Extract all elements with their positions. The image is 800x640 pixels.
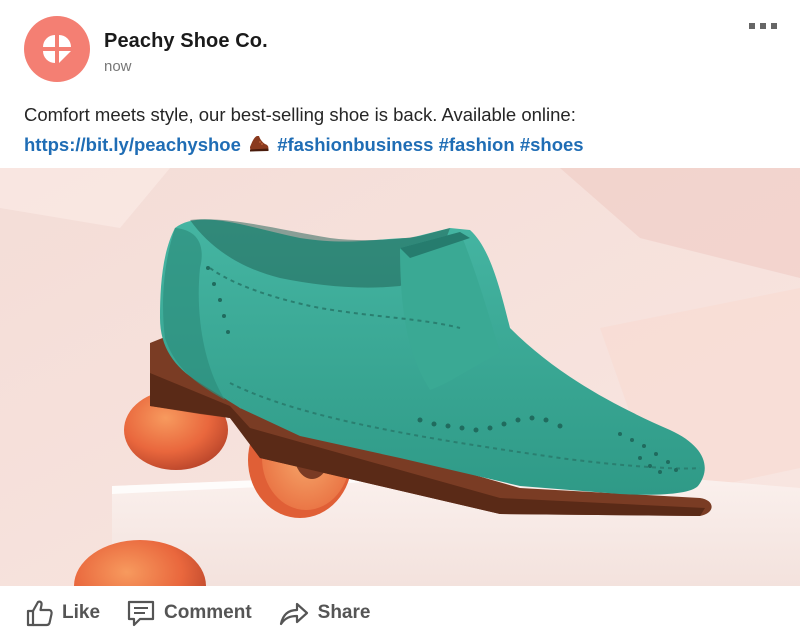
share-arrow-icon [279, 602, 308, 626]
comment-button[interactable]: Comment [126, 598, 252, 628]
more-options-icon[interactable] [746, 16, 780, 36]
post-timestamp: now [104, 58, 132, 75]
shoe-emoji-icon [248, 133, 270, 163]
thumbs-up-icon [26, 600, 53, 627]
post-actions: Like Comment Share [0, 586, 800, 640]
author-name[interactable]: Peachy Shoe Co. [104, 30, 268, 53]
hashtag-fashionbusiness[interactable]: #fashionbusiness [277, 134, 433, 155]
post-image[interactable] [0, 168, 800, 586]
post-header: Peachy Shoe Co. now [24, 16, 784, 86]
comment-label: Comment [164, 602, 252, 623]
comment-icon [127, 600, 155, 627]
caption-text: Comfort meets style, our best-selling sh… [24, 104, 576, 125]
post-link[interactable]: https://bit.ly/peachyshoe [24, 134, 241, 155]
like-label: Like [62, 602, 101, 623]
share-button[interactable]: Share [278, 598, 371, 628]
social-post: Peachy Shoe Co. now Comfort meets style,… [0, 0, 800, 640]
like-button[interactable]: Like [24, 598, 100, 628]
share-label: Share [317, 602, 371, 623]
logo-icon [43, 35, 71, 63]
hashtag-fashion[interactable]: #fashion [439, 134, 515, 155]
post-caption: Comfort meets style, our best-selling sh… [24, 100, 784, 163]
shoe-photo [0, 168, 800, 586]
brand-avatar[interactable] [24, 16, 90, 82]
hashtag-shoes[interactable]: #shoes [520, 134, 584, 155]
